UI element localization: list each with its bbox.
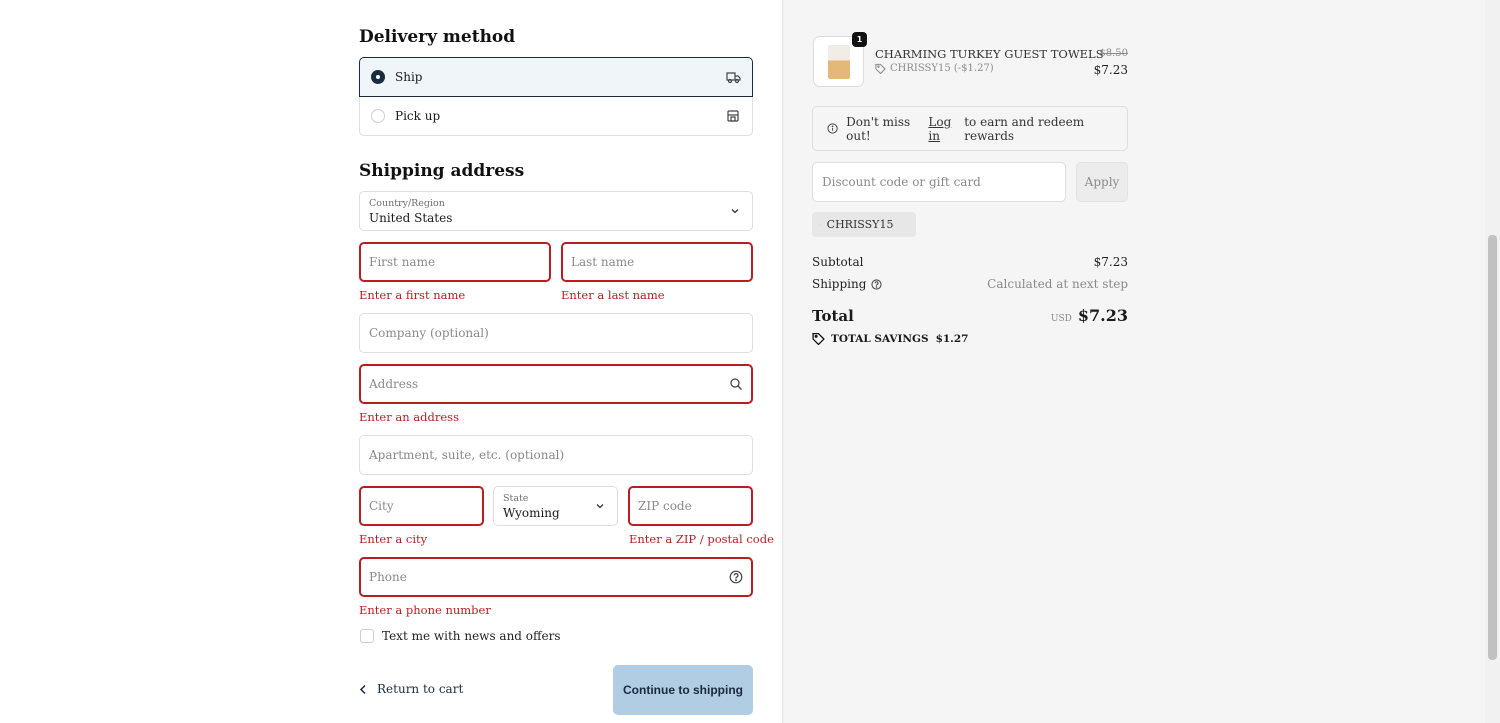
subtotal-value: $7.23 [1093,255,1128,269]
product-discount-text: CHRISSY15 (-$1.27) [890,63,994,74]
news-checkbox-label[interactable]: Text me with news and offers [382,629,561,643]
last-name-input[interactable]: Last name [561,242,753,282]
zip-input[interactable]: ZIP code [628,486,753,526]
tag-icon [875,63,886,74]
state-select[interactable]: State Wyoming [493,486,618,526]
scrollbar-thumb[interactable] [1488,235,1497,660]
shipping-row: Shipping [812,277,882,291]
pickup-label: Pick up [395,109,441,123]
discount-code-placeholder: Discount code or gift card [822,175,981,189]
applied-discount-code: CHRISSY15 [826,218,894,231]
item-price: $7.23 [1093,63,1128,77]
chevron-left-icon [359,684,366,694]
last-name-error: Enter a last name [561,288,665,302]
return-to-cart-label: Return to cart [377,682,464,696]
tag-icon [812,332,825,345]
first-name-placeholder: First name [369,255,436,269]
chevron-down-icon [731,209,739,214]
applied-discount-tag: CHRISSY15 [812,212,916,237]
rewards-text-after: to earn and redeem rewards [964,114,1085,143]
total-savings-value: $1.27 [935,332,969,345]
apply-button[interactable]: Apply [1076,162,1128,202]
company-input[interactable]: Company (optional) [359,313,753,353]
pickup-radio[interactable] [371,109,385,123]
ship-label: Ship [395,70,423,84]
currency-code: USD [1050,314,1072,324]
total-label: Total [812,307,854,325]
delivery-option-ship[interactable]: Ship [359,57,753,97]
quantity-badge: 1 [852,32,867,47]
checkout-form-panel: Delivery method Ship Pick up Shipping ad… [0,0,782,723]
info-icon [827,123,838,134]
state-value: Wyoming [503,506,560,520]
phone-placeholder: Phone [369,570,407,584]
zip-error: Enter a ZIP / postal code [629,532,774,546]
zip-placeholder: ZIP code [638,499,692,513]
ship-radio[interactable] [371,70,385,84]
total-amount: USD $7.23 [1051,306,1128,325]
address-error: Enter an address [359,410,459,424]
original-price: $8.50 [1099,48,1128,59]
country-label: Country/Region [369,198,445,209]
delivery-method-heading: Delivery method [359,27,516,47]
delivery-option-pickup[interactable]: Pick up [359,97,753,136]
continue-to-shipping-button[interactable]: Continue to shipping [613,665,753,715]
discount-code-input[interactable]: Discount code or gift card [812,162,1066,202]
shipping-value: Calculated at next step [987,277,1128,291]
city-input[interactable]: City [359,486,484,526]
city-error: Enter a city [359,532,428,546]
country-select[interactable]: Country/Region United States [359,191,753,231]
total-savings: TOTAL SAVINGS $1.27 [812,332,968,345]
company-placeholder: Company (optional) [369,326,489,340]
apartment-placeholder: Apartment, suite, etc. (optional) [369,448,565,462]
news-checkbox[interactable] [360,629,374,643]
close-icon[interactable] [901,220,902,230]
total-value: $7.23 [1077,306,1128,325]
product-image [828,45,850,79]
return-to-cart-link[interactable]: Return to cart [359,682,463,696]
shipping-address-heading: Shipping address [359,161,525,181]
city-placeholder: City [369,499,394,513]
product-discount: CHRISSY15 (-$1.27) [875,63,994,74]
first-name-input[interactable]: First name [359,242,551,282]
store-icon [727,110,739,122]
subtotal-label: Subtotal [812,255,864,269]
address-placeholder: Address [369,377,419,391]
state-label: State [503,493,529,504]
scrollbar[interactable] [1485,0,1500,723]
rewards-text-before: Don't miss out! [846,114,911,143]
product-name: CHARMING TURKEY GUEST TOWELS [875,47,1104,61]
address-input[interactable]: Address [359,364,753,404]
login-link[interactable]: Log in [928,115,961,143]
first-name-error: Enter a first name [359,288,466,302]
phone-input[interactable]: Phone [359,557,753,597]
help-icon[interactable] [729,570,743,584]
help-icon[interactable] [871,278,882,290]
last-name-placeholder: Last name [571,255,635,269]
chevron-down-icon [596,504,604,509]
search-icon[interactable] [729,377,743,391]
country-value: United States [369,211,453,225]
phone-error: Enter a phone number [359,603,491,617]
rewards-banner: Don't miss out! Log in to earn and redee… [812,106,1128,151]
total-savings-label: TOTAL SAVINGS [831,332,929,345]
shipping-label: Shipping [812,277,867,291]
tag-icon [820,224,821,225]
truck-icon [726,72,741,84]
apartment-input[interactable]: Apartment, suite, etc. (optional) [359,435,753,475]
